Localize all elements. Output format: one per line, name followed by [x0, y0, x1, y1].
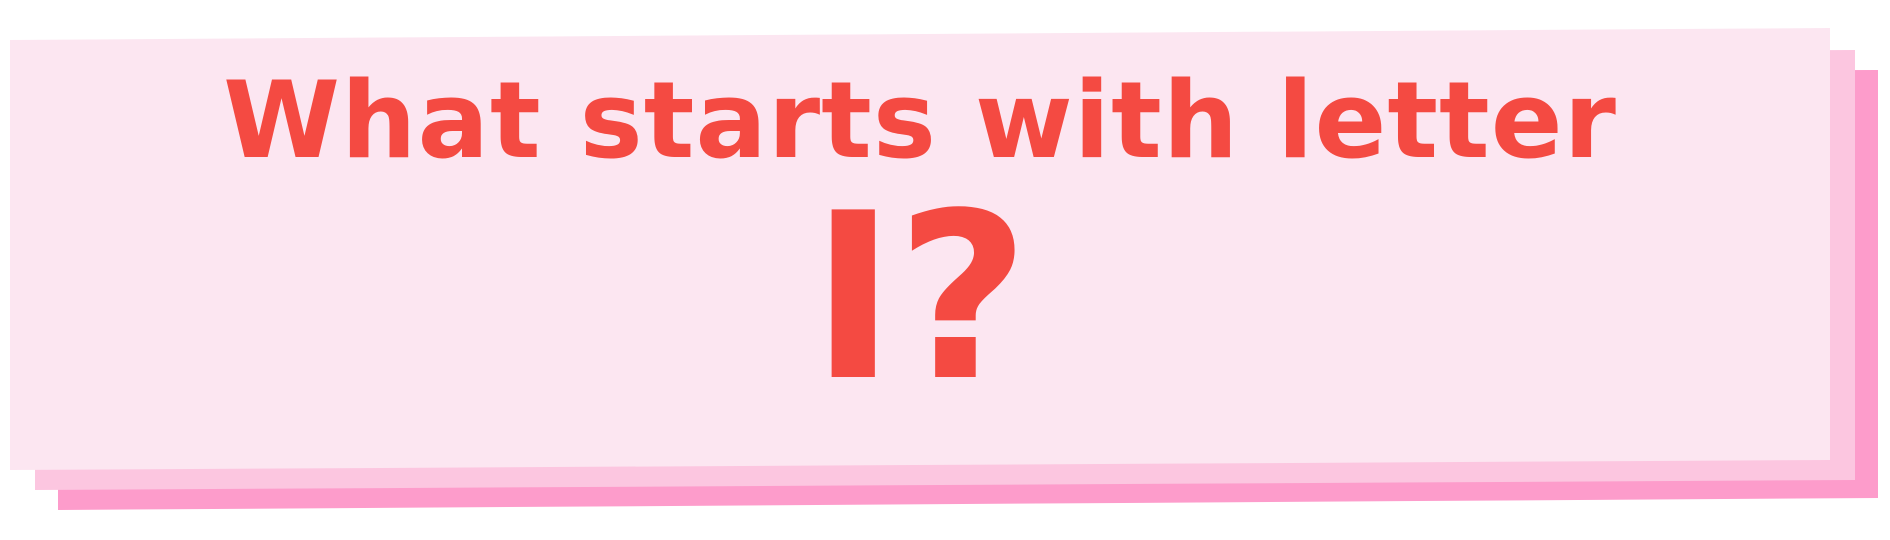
letter-text: I? — [810, 164, 1030, 432]
question-text: What starts with letter — [223, 59, 1617, 182]
banner-title: What starts with letter I? — [10, 40, 1830, 470]
banner-stage: What starts with letter I? — [0, 0, 1890, 540]
